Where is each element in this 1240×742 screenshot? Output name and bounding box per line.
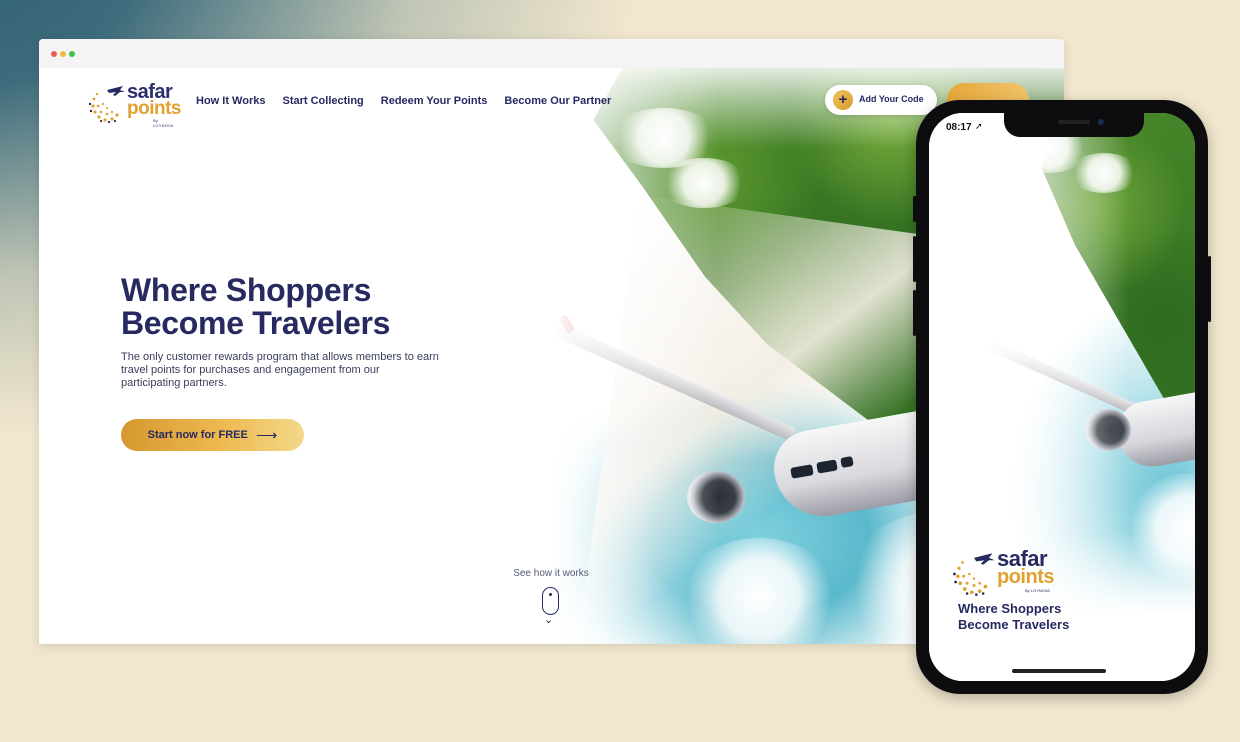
status-bar-time: 08:17 — [946, 122, 972, 133]
mobile-logo-text-points: points — [997, 566, 1055, 588]
phone-mockup: 08:17 ➚ safar points By LOYNOVA Where Sh… — [913, 100, 1211, 694]
see-how-it-works-hint[interactable]: See how it works ⌄ — [494, 568, 608, 626]
browser-window: safar points By LOYNOVA How It Works Sta… — [39, 39, 1064, 644]
mobile-logo-byline: By LOYNOVA — [1025, 588, 1050, 593]
logo-byline: By LOYNOVA — [153, 118, 174, 128]
hero-description: The only customer rewards program that a… — [121, 351, 439, 389]
see-how-it-works-label: See how it works — [513, 568, 589, 579]
hero-title-line-1: Where Shoppers — [121, 272, 372, 308]
mobile-hero-title-line-1: Where Shoppers — [958, 601, 1062, 616]
phone-notch — [1004, 113, 1144, 137]
close-window-dot[interactable] — [51, 51, 57, 57]
logo-airplane-dots-icon — [88, 86, 125, 124]
chevron-down-icon: ⌄ — [544, 614, 554, 626]
minimize-window-dot[interactable] — [60, 51, 66, 57]
hero-title-line-2: Become Travelers — [121, 305, 391, 341]
nav-link-redeem-your-points[interactable]: Redeem Your Points — [381, 95, 488, 107]
logo-text-points: points — [127, 98, 182, 119]
start-now-button[interactable]: Start now for FREE ⟶ — [121, 419, 304, 451]
hero-title: Where Shoppers Become Travelers — [121, 274, 501, 340]
logo-airplane-dots-icon — [953, 553, 995, 596]
maximize-window-dot[interactable] — [69, 51, 75, 57]
mobile-hero-title: Where Shoppers Become Travelers — [958, 601, 1158, 633]
nav-link-how-it-works[interactable]: How It Works — [196, 95, 265, 107]
main-nav: How It Works Start Collecting Redeem You… — [196, 95, 611, 107]
add-your-code-button[interactable]: + Add Your Code — [825, 85, 937, 115]
mobile-hero-title-line-2: Become Travelers — [958, 617, 1070, 632]
mouse-scroll-icon — [542, 587, 559, 615]
arrow-right-icon: ⟶ — [255, 426, 278, 444]
nav-link-start-collecting[interactable]: Start Collecting — [282, 95, 363, 107]
add-your-code-label: Add Your Code — [859, 94, 924, 104]
phone-screen: 08:17 ➚ safar points By LOYNOVA Where Sh… — [929, 113, 1195, 681]
location-arrow-icon: ➚ — [975, 121, 983, 131]
safarpoints-logo[interactable]: safar points By LOYNOVA — [87, 78, 182, 128]
start-now-label: Start now for FREE — [147, 429, 248, 441]
home-indicator[interactable] — [1012, 669, 1106, 673]
mobile-safarpoints-logo[interactable]: safar points By LOYNOVA — [951, 545, 1061, 597]
nav-link-become-our-partner[interactable]: Become Our Partner — [504, 95, 611, 107]
plus-icon: + — [833, 90, 853, 110]
browser-chrome — [39, 39, 1064, 69]
landing-page: safar points By LOYNOVA How It Works Sta… — [39, 68, 1064, 644]
